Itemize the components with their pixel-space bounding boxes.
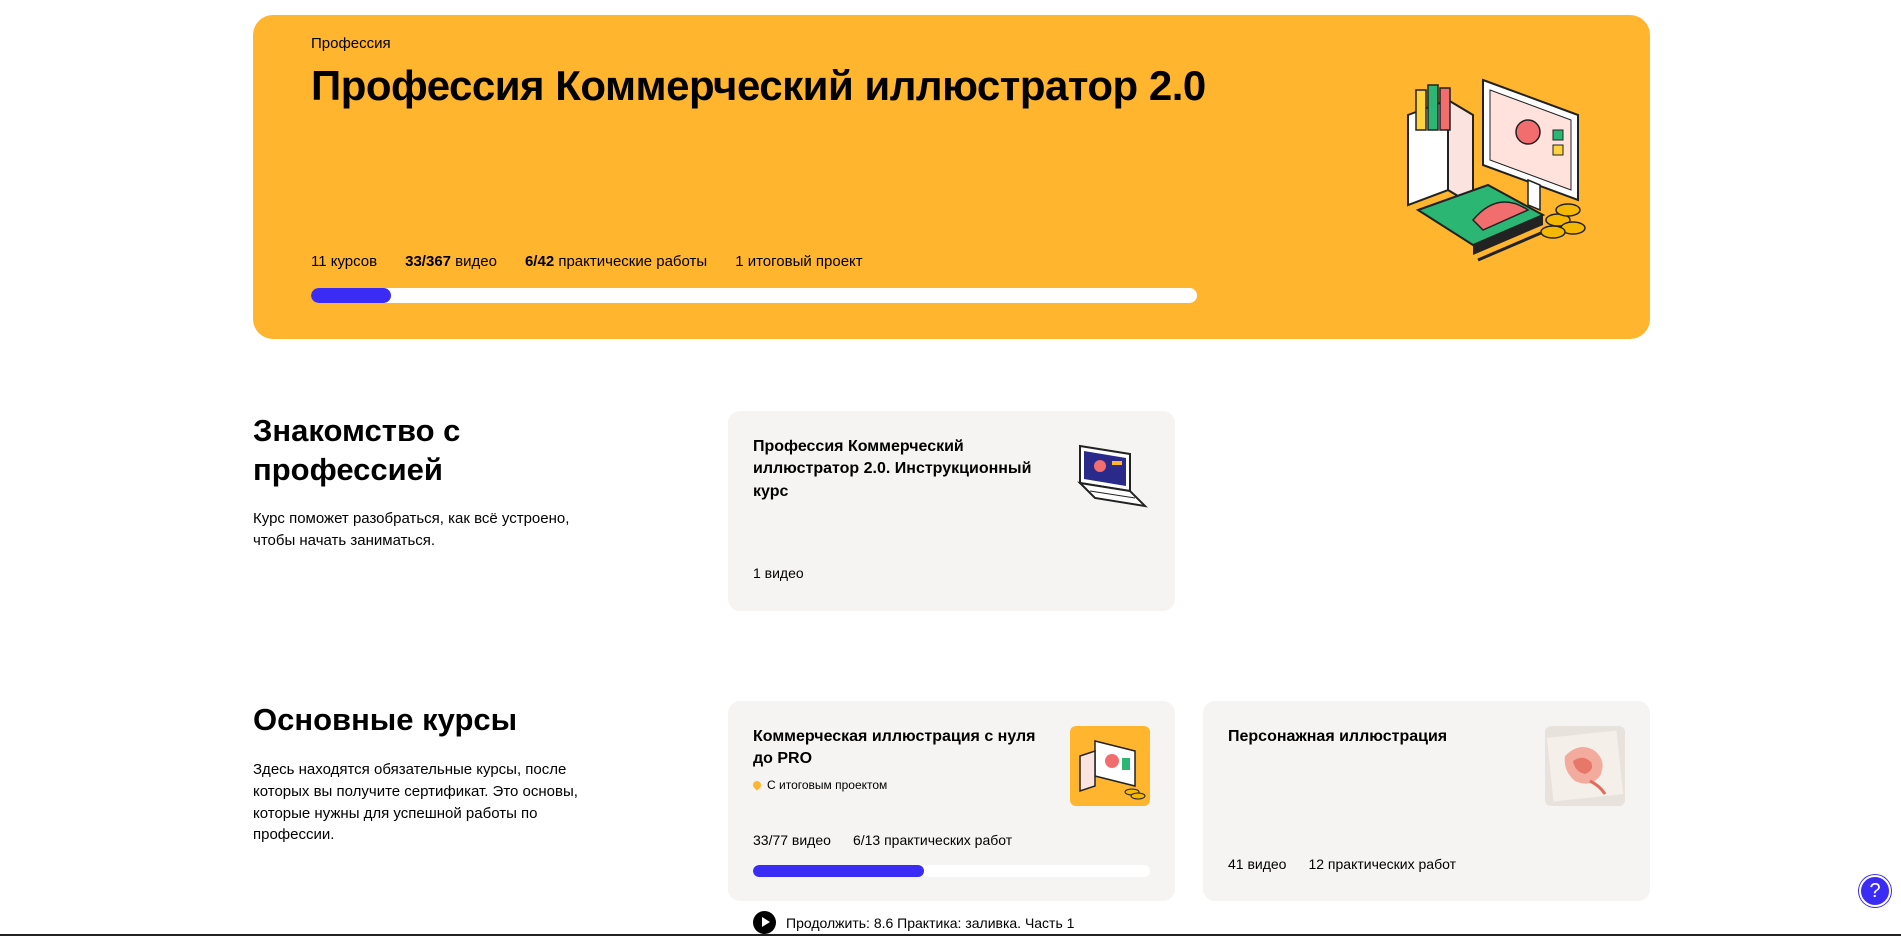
course-card-character[interactable]: Персонажная иллюстрация 41 видео 12 прак… <box>1203 701 1650 901</box>
video-count: 1 видео <box>753 565 804 581</box>
continue-label: Продолжить: 8.6 Практика: заливка. Часть… <box>786 914 1075 931</box>
location-pin-icon <box>751 779 763 791</box>
stat-practice: 6/42 практические работы <box>524 253 708 270</box>
course-progress-bar <box>753 865 1150 877</box>
practice-count: 12 практических работ <box>1308 856 1456 872</box>
course-progress-fill <box>753 865 924 877</box>
hero-progress-bar <box>311 288 1197 303</box>
laptop-illustration-icon <box>1070 436 1150 516</box>
play-icon[interactable] <box>753 911 776 934</box>
character-sketch-thumbnail-image <box>1545 726 1625 806</box>
section-title-main: Основные курсы <box>253 702 518 737</box>
course-card-meta: 1 видео <box>753 565 804 581</box>
section-description-main: Здесь находятся обязательные курсы, посл… <box>253 761 578 844</box>
page-title: Профессия Коммерческий иллюстратор 2.0 <box>311 62 1206 109</box>
course-thumbnail-image <box>1070 726 1150 806</box>
video-count: 33/77 видео <box>753 832 831 848</box>
continue-lesson-link[interactable]: Продолжить: 8.6 Практика: заливка. Часть… <box>753 911 1074 934</box>
course-card-commercial[interactable]: Коммерческая иллюстрация с нуля до PRO С… <box>728 701 1175 901</box>
section-title-intro: Знакомство с профессией <box>253 413 461 487</box>
badge-label: С итоговым проектом <box>767 778 888 792</box>
stat-courses: 11 курсов <box>311 253 378 270</box>
course-card-title: Коммерческая иллюстрация с нуля до PRO <box>753 728 1036 768</box>
stat-final-project: 1 итоговый проект <box>735 253 863 270</box>
hero-stats: 11 курсов 33/367 видео 6/42 практические… <box>311 253 863 270</box>
practice-count: 6/13 практических работ <box>852 832 1013 848</box>
profession-hero: Профессия Профессия Коммерческий иллюстр… <box>253 15 1650 339</box>
course-card-meta: 41 видео 12 практических работ <box>1228 856 1456 872</box>
illustration-workspace-image <box>1378 60 1618 280</box>
course-card-title: Персонажная иллюстрация <box>1228 728 1448 745</box>
section-description-intro: Курс поможет разобраться, как всё устрое… <box>253 510 570 549</box>
hero-eyebrow: Профессия <box>311 35 391 52</box>
course-card-intro[interactable]: Профессия Коммерческий иллюстратор 2.0. … <box>728 411 1175 611</box>
final-project-badge: С итоговым проектом <box>751 778 888 792</box>
hero-progress-fill <box>311 288 391 303</box>
course-card-title: Профессия Коммерческий иллюстратор 2.0. … <box>753 438 1032 500</box>
help-button[interactable]: ? <box>1859 875 1891 907</box>
course-card-meta: 33/77 видео 6/13 практических работ <box>753 832 1012 848</box>
stat-videos: 33/367 видео <box>405 253 497 270</box>
video-count: 41 видео <box>1228 856 1287 872</box>
